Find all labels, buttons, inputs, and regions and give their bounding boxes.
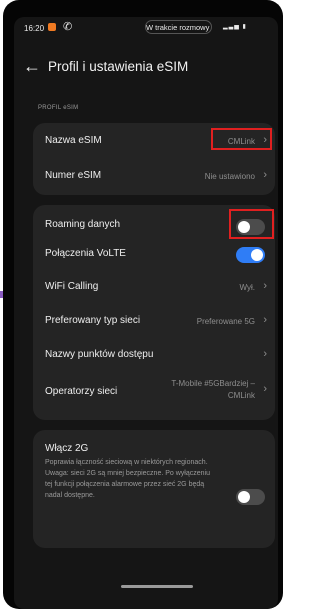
operators-value-line1: T-Mobile #5GBardziej – bbox=[171, 379, 255, 388]
call-status-pill[interactable]: W trakcie rozmowy bbox=[145, 20, 212, 34]
wifi-calling-label: WiFi Calling bbox=[45, 281, 99, 292]
operators-row[interactable]: Operatorzy sieci T-Mobile #5GBardziej – … bbox=[33, 365, 275, 420]
highlight-box-roaming-toggle bbox=[229, 209, 274, 239]
screen: 16:20 ✆ W trakcie rozmowy ▂▃▅ ▮ ← Profil… bbox=[14, 17, 278, 609]
chevron-right-icon: › bbox=[263, 383, 267, 395]
operators-label: Operatorzy sieci bbox=[45, 386, 118, 397]
section-header: PROFIL eSIM bbox=[38, 105, 79, 111]
highlight-box-esim-name bbox=[211, 128, 272, 150]
wifi-calling-row[interactable]: WiFi Calling Wył. › bbox=[33, 269, 275, 301]
enable-2g-title: Włącz 2G bbox=[45, 443, 89, 454]
wifi-calling-value: Wył. bbox=[239, 283, 255, 292]
operators-value-line2: CMLink bbox=[227, 391, 255, 400]
network-type-row[interactable]: Preferowany typ sieci Preferowane 5G › bbox=[33, 301, 275, 333]
settings-card: Roaming danych Połączenia VoLTE WiFi Cal… bbox=[33, 205, 275, 420]
notification-app-icon bbox=[48, 23, 56, 31]
esim-name-label: Nazwa eSIM bbox=[45, 135, 102, 146]
enable-2g-toggle[interactable] bbox=[236, 489, 265, 505]
enable-2g-description: Poprawia łączność sieciową w niektórych … bbox=[45, 459, 210, 499]
esim-number-label: Numer eSIM bbox=[45, 170, 102, 181]
volte-row: Połączenia VoLTE bbox=[33, 237, 275, 269]
page-title: Profil i ustawienia eSIM bbox=[48, 59, 189, 74]
network-type-label: Preferowany typ sieci bbox=[45, 315, 141, 326]
esim-profile-card: Nazwa eSIM CMLink › Numer eSIM Nie ustaw… bbox=[33, 123, 275, 195]
roaming-label: Roaming danych bbox=[45, 219, 121, 230]
home-indicator[interactable] bbox=[121, 585, 193, 588]
chevron-right-icon: › bbox=[263, 169, 267, 181]
chevron-right-icon: › bbox=[263, 348, 267, 360]
arrow-left-icon[interactable]: ← bbox=[23, 57, 41, 75]
apn-row[interactable]: Nazwy punktów dostępu › bbox=[33, 333, 275, 365]
apn-label: Nazwy punktów dostępu bbox=[45, 349, 154, 360]
phone-frame: 16:20 ✆ W trakcie rozmowy ▂▃▅ ▮ ← Profil… bbox=[3, 0, 283, 609]
esim-number-value: Nie ustawiono bbox=[204, 172, 255, 181]
chevron-right-icon: › bbox=[263, 314, 267, 326]
status-bar: 16:20 ✆ W trakcie rozmowy ▂▃▅ ▮ bbox=[14, 17, 278, 41]
chevron-right-icon: › bbox=[263, 280, 267, 292]
phone-icon: ✆ bbox=[63, 21, 73, 33]
network-type-value: Preferowane 5G bbox=[196, 317, 255, 326]
esim-number-row[interactable]: Numer eSIM Nie ustawiono › bbox=[33, 159, 275, 195]
volte-toggle[interactable] bbox=[236, 247, 265, 263]
volte-label: Połączenia VoLTE bbox=[45, 248, 126, 259]
status-time: 16:20 bbox=[24, 24, 45, 33]
signal-battery-icons: ▂▃▅ ▮ bbox=[223, 24, 247, 30]
enable-2g-card: Włącz 2G Poprawia łączność sieciową w ni… bbox=[33, 430, 275, 548]
